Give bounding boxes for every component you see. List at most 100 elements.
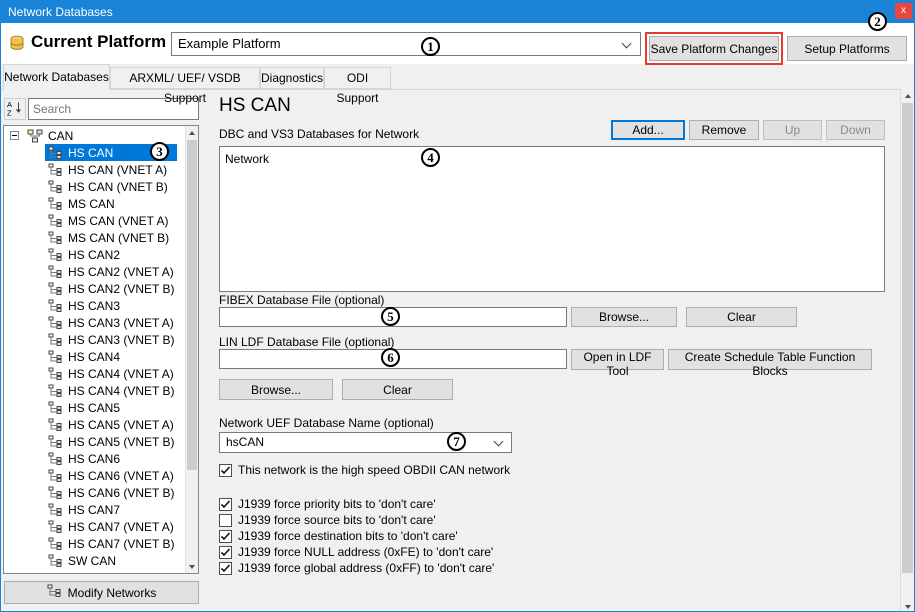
tree-item[interactable]: HS CAN4 (VNET A) bbox=[5, 365, 185, 382]
j1939-checkbox-row[interactable]: J1939 force destination bits to 'don't c… bbox=[219, 528, 494, 544]
tab-diagnostics[interactable]: Diagnostics bbox=[260, 67, 324, 89]
scrollbar-down-icon bbox=[905, 605, 911, 609]
network-node-icon bbox=[48, 401, 63, 415]
annotation-circle-3: 3 bbox=[150, 142, 169, 161]
scrollbar-thumb[interactable] bbox=[902, 103, 913, 573]
fibex-clear-button[interactable]: Clear bbox=[686, 307, 797, 327]
modify-networks-button[interactable]: Modify Networks bbox=[4, 581, 199, 604]
tree-children: HS CAN HS bbox=[5, 144, 185, 569]
tree-item[interactable]: HS CAN6 bbox=[5, 450, 185, 467]
uef-database-combobox[interactable]: hsCAN bbox=[219, 432, 512, 453]
tree-item[interactable]: MS CAN (VNET A) bbox=[5, 212, 185, 229]
platform-combobox[interactable]: Example Platform bbox=[171, 32, 641, 56]
scrollbar-thumb[interactable] bbox=[187, 140, 197, 470]
checkbox-checked[interactable] bbox=[219, 464, 232, 477]
network-node-icon bbox=[48, 299, 63, 313]
tree-item[interactable]: HS CAN3 bbox=[5, 297, 185, 314]
tree-item[interactable]: HS CAN4 (VNET B) bbox=[5, 382, 185, 399]
j1939-checkbox-label: J1939 force destination bits to 'don't c… bbox=[238, 529, 458, 543]
add-button[interactable]: Add... bbox=[611, 120, 685, 140]
network-node-icon bbox=[48, 282, 63, 296]
annotation-circle-4: 4 bbox=[421, 148, 440, 167]
tab-network-databases[interactable]: Network Databases bbox=[3, 64, 110, 90]
tree-item[interactable]: HS CAN (VNET B) bbox=[5, 178, 185, 195]
tree-item-label: HS CAN7 bbox=[68, 503, 120, 517]
list-item[interactable]: Network bbox=[225, 151, 879, 167]
tree-item[interactable]: SW CAN bbox=[5, 552, 185, 569]
j1939-checkbox-row[interactable]: J1939 force source bits to 'don't care' bbox=[219, 512, 494, 528]
setup-platforms-button[interactable]: Setup Platforms bbox=[787, 36, 907, 61]
tree-item[interactable]: HS CAN5 (VNET B) bbox=[5, 433, 185, 450]
close-button[interactable]: x bbox=[895, 3, 912, 19]
tree-item[interactable]: HS CAN3 (VNET B) bbox=[5, 331, 185, 348]
j1939-options: J1939 force priority bits to 'don't care… bbox=[219, 496, 494, 576]
scrollbar-up-button[interactable] bbox=[901, 89, 914, 102]
j1939-checkbox-row[interactable]: J1939 force priority bits to 'don't care… bbox=[219, 496, 494, 512]
svg-text:Z: Z bbox=[7, 108, 12, 116]
platform-combobox-value: Example Platform bbox=[172, 33, 640, 55]
tree-item[interactable]: MS CAN bbox=[5, 195, 185, 212]
network-node-icon bbox=[48, 418, 63, 432]
tree-item-label: MS CAN (VNET B) bbox=[68, 231, 169, 245]
fibex-browse-button[interactable]: Browse... bbox=[571, 307, 677, 327]
network-node-icon bbox=[47, 584, 62, 601]
network-node-icon bbox=[48, 316, 63, 330]
tree-scrollbar[interactable] bbox=[185, 126, 198, 573]
fibex-file-label: FIBEX Database File (optional) bbox=[219, 293, 384, 307]
tree-item[interactable]: HS CAN5 bbox=[5, 399, 185, 416]
scrollbar-down-button[interactable] bbox=[186, 560, 198, 573]
tree-item[interactable]: HS CAN7 (VNET B) bbox=[5, 535, 185, 552]
collapse-icon[interactable] bbox=[10, 131, 19, 140]
network-database-list[interactable]: Network bbox=[219, 146, 885, 292]
tree-item[interactable]: HS CAN4 bbox=[5, 348, 185, 365]
tree-item[interactable]: HS CAN5 (VNET A) bbox=[5, 416, 185, 433]
scrollbar-up-button[interactable] bbox=[186, 126, 198, 139]
sort-button[interactable]: A Z bbox=[4, 98, 26, 120]
checkbox[interactable] bbox=[219, 562, 232, 575]
tree-item[interactable]: HS CAN7 bbox=[5, 501, 185, 518]
main-scrollbar[interactable] bbox=[900, 89, 914, 612]
lin-clear-button[interactable]: Clear bbox=[342, 379, 453, 400]
current-platform-label: Current Platform bbox=[31, 32, 166, 52]
up-button[interactable]: Up bbox=[763, 120, 822, 140]
tree-item[interactable]: HS CAN (VNET A) bbox=[5, 161, 185, 178]
tree-item[interactable]: HS CAN2 (VNET A) bbox=[5, 263, 185, 280]
network-node-icon bbox=[48, 452, 63, 466]
down-button[interactable]: Down bbox=[826, 120, 885, 140]
scrollbar-up-icon bbox=[189, 131, 195, 135]
tree-item-label: HS CAN3 (VNET A) bbox=[68, 316, 174, 330]
save-platform-changes-button[interactable]: Save Platform Changes bbox=[649, 36, 779, 61]
open-in-ldf-tool-button[interactable]: Open in LDF Tool bbox=[571, 349, 664, 370]
create-schedule-table-button[interactable]: Create Schedule Table Function Blocks bbox=[668, 349, 872, 370]
checkbox[interactable] bbox=[219, 530, 232, 543]
tree-item-label: SW CAN bbox=[68, 554, 116, 568]
remove-button[interactable]: Remove bbox=[689, 120, 759, 140]
tree-item[interactable]: HS CAN2 (VNET B) bbox=[5, 280, 185, 297]
tree-item-label: HS CAN3 bbox=[68, 299, 120, 313]
tab-odi-support[interactable]: ODI Support bbox=[324, 67, 391, 89]
tree-item[interactable]: HS CAN2 bbox=[5, 246, 185, 263]
annotation-circle-5: 5 bbox=[381, 307, 400, 326]
j1939-checkbox-label: J1939 force global address (0xFF) to 'do… bbox=[238, 561, 494, 575]
scrollbar-down-icon bbox=[189, 565, 195, 569]
checkbox[interactable] bbox=[219, 546, 232, 559]
obdii-network-checkbox-row[interactable]: This network is the high speed OBDII CAN… bbox=[219, 462, 510, 478]
checkbox[interactable] bbox=[219, 498, 232, 511]
j1939-checkbox-row[interactable]: J1939 force global address (0xFF) to 'do… bbox=[219, 560, 494, 576]
tree-item[interactable]: HS CAN7 (VNET A) bbox=[5, 518, 185, 535]
network-node-icon bbox=[48, 333, 63, 347]
tree-item[interactable]: MS CAN (VNET B) bbox=[5, 229, 185, 246]
tree-item-label: MS CAN bbox=[68, 197, 115, 211]
j1939-checkbox-row[interactable]: J1939 force NULL address (0xFE) to 'don'… bbox=[219, 544, 494, 560]
tree-item-label: HS CAN6 (VNET B) bbox=[68, 486, 174, 500]
tree-item[interactable]: HS CAN6 (VNET B) bbox=[5, 484, 185, 501]
tree-item-label: HS CAN6 bbox=[68, 452, 120, 466]
scrollbar-down-button[interactable] bbox=[901, 600, 914, 612]
tree-item[interactable]: HS CAN6 (VNET A) bbox=[5, 467, 185, 484]
tab-arxml-uef-vsdb-support[interactable]: ARXML/ UEF/ VSDB Support bbox=[110, 67, 260, 89]
checkbox[interactable] bbox=[219, 514, 232, 527]
tree-item-label: HS CAN (VNET B) bbox=[68, 180, 168, 194]
network-node-icon bbox=[48, 554, 63, 568]
tree-item[interactable]: HS CAN3 (VNET A) bbox=[5, 314, 185, 331]
lin-browse-button[interactable]: Browse... bbox=[219, 379, 333, 400]
